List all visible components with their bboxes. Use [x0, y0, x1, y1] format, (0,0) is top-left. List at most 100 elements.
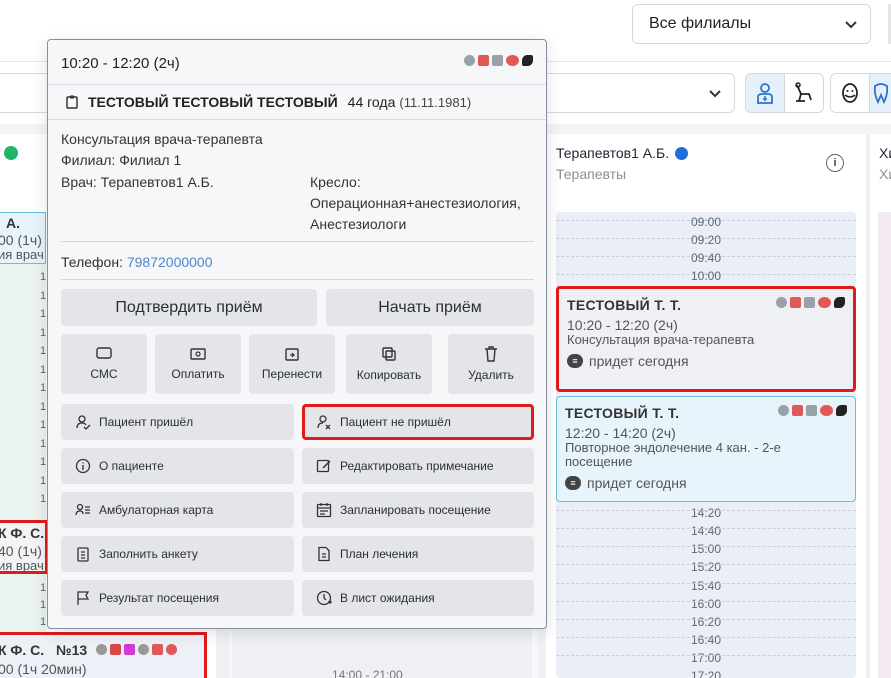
- branch-select[interactable]: Все филиалы: [632, 4, 871, 44]
- chevron-down-icon: [709, 90, 721, 98]
- start-appointment-button[interactable]: Начать приём: [326, 289, 534, 326]
- note-icon: ≡: [565, 476, 581, 490]
- popup-service: Консультация врача-терапевта: [61, 131, 263, 147]
- specialist-view-button[interactable]: [830, 73, 870, 113]
- appointment-time: 12:20 - 14:20 (2ч): [565, 425, 676, 441]
- left-appt-number: №13: [56, 642, 88, 658]
- appointment-card[interactable]: ТЕСТОВЫЙ Т. Т. 10:20 - 12:20 (2ч) Консул…: [556, 286, 856, 392]
- appointment-service: Повторное эндолечение 4 кан. - 2-е посещ…: [565, 440, 781, 469]
- time-slot-label[interactable]: 16:00: [556, 597, 856, 611]
- tooth-view-button[interactable]: [869, 73, 891, 113]
- plan-visit-button[interactable]: Запланировать посещение: [302, 492, 534, 528]
- edit-note-button[interactable]: Редактировать примечание: [302, 448, 534, 484]
- info-icon: [75, 458, 91, 474]
- copy-button[interactable]: Копировать: [346, 334, 432, 394]
- left-appointment-card[interactable]: К Ф. С. №13 00 (1ч 20мин): [0, 632, 207, 678]
- time-slot-label[interactable]: 16:20: [556, 615, 856, 629]
- left-time-ticks: 111: [40, 582, 47, 628]
- appointment-popup: 10:20 - 12:20 (2ч) ТЕСТОВЫЙ ТЕСТОВЫЙ ТЕС…: [47, 39, 547, 629]
- time-slot-label[interactable]: 17:00: [556, 651, 856, 665]
- divider: [61, 279, 534, 280]
- calendar-icon: [152, 644, 163, 655]
- popup-chair-label: Кресло:: [310, 174, 361, 190]
- appointment-card[interactable]: ТЕСТОВЫЙ Т. Т. 12:20 - 14:20 (2ч) Повтор…: [556, 396, 856, 502]
- chat-icon: [464, 55, 475, 66]
- chat-icon: [138, 644, 149, 655]
- time-slot-label[interactable]: 15:40: [556, 579, 856, 593]
- time-slot-label[interactable]: 10:00: [556, 269, 856, 283]
- face-mask-icon: [842, 83, 858, 103]
- confirm-appointment-button[interactable]: Подтвердить приём: [61, 289, 317, 326]
- star-icon: [124, 644, 135, 655]
- waitlist-button[interactable]: В лист ожидания: [302, 580, 534, 616]
- branch-select-value: Все филиалы: [649, 15, 752, 32]
- slot-divider: [556, 546, 856, 547]
- popup-phone-link[interactable]: 79872000000: [127, 254, 213, 270]
- chat-icon: [776, 297, 787, 308]
- user-x-icon: [317, 415, 331, 430]
- appointment-icons: [776, 297, 845, 308]
- doctor-name: Терапевтов1 А.Б.: [556, 145, 670, 161]
- copy-button-label: Копировать: [356, 368, 422, 382]
- appointment-icons: [778, 405, 847, 416]
- left-appt-time: 00 (1ч 20мин): [0, 661, 87, 677]
- patient-no-show-button[interactable]: Пациент не пришёл: [302, 404, 534, 440]
- calendar-icon: [790, 297, 801, 308]
- time-slot-label[interactable]: 09:40: [556, 251, 856, 265]
- phone-icon: [834, 297, 845, 308]
- document-icon: [318, 546, 330, 562]
- appointment-status-text: придет сегодня: [587, 475, 687, 491]
- doctor-view-button[interactable]: [745, 73, 785, 113]
- time-slot-label[interactable]: 17:20: [556, 669, 856, 678]
- doctor-column-header[interactable]: Терапевтов1 А.Б.: [556, 145, 689, 161]
- time-slot-label[interactable]: 09:00: [556, 215, 856, 229]
- patient-arrived-button[interactable]: Пациент пришёл: [61, 404, 294, 440]
- patient-info-button[interactable]: О пациенте: [61, 448, 294, 484]
- fill-form-button[interactable]: Заполнить анкету: [61, 536, 294, 572]
- popup-branch: Филиал: Филиал 1: [61, 152, 182, 168]
- slot-divider: [556, 601, 856, 602]
- pay-button[interactable]: Оплатить: [155, 334, 241, 394]
- left-appt-time: 00 (1ч): [0, 232, 42, 248]
- appointment-status: ≡ придет сегодня: [565, 475, 847, 491]
- time-slot-label[interactable]: 16:40: [556, 633, 856, 647]
- popup-icons: [464, 55, 533, 66]
- doctor-icon: [757, 83, 773, 104]
- time-slot-label[interactable]: 14:20: [556, 506, 856, 520]
- reschedule-button-label: Перенести: [261, 367, 323, 381]
- sms-button[interactable]: СМС: [61, 334, 147, 394]
- payment-icon: [190, 348, 206, 360]
- popup-patient-header[interactable]: ТЕСТОВЫЙ ТЕСТОВЫЙ ТЕСТОВЫЙ 44 года (11.1…: [48, 84, 546, 120]
- message-icon: [506, 55, 519, 66]
- appointment-time: 10:20 - 12:20 (2ч): [567, 317, 678, 333]
- calendar-icon: [792, 405, 803, 416]
- visit-result-button[interactable]: Результат посещения: [61, 580, 294, 616]
- left-appt-icons: [96, 644, 177, 655]
- left-appointment-card[interactable]: К Ф. С. 40 (1ч) ия врач: [0, 520, 48, 574]
- phone-icon: [522, 55, 533, 66]
- treatment-plan-button[interactable]: План лечения: [302, 536, 534, 572]
- calendar-icon: [316, 503, 332, 518]
- chair-view-button[interactable]: [784, 73, 824, 113]
- note-icon: ≡: [567, 354, 583, 368]
- medical-record-button[interactable]: Амбулаторная карта: [61, 492, 294, 528]
- visit-result-label: Результат посещения: [99, 591, 219, 605]
- plan-visit-label: Запланировать посещение: [340, 503, 491, 517]
- gear-icon: [96, 644, 107, 655]
- time-slot-label[interactable]: 15:20: [556, 560, 856, 574]
- time-slot-label[interactable]: 15:00: [556, 542, 856, 556]
- treatment-plan-label: План лечения: [340, 547, 419, 561]
- delete-button[interactable]: Удалить: [448, 334, 534, 394]
- list-icon: [492, 55, 503, 66]
- reschedule-button[interactable]: Перенести: [249, 334, 335, 394]
- time-slot-label[interactable]: 14:40: [556, 524, 856, 538]
- slot-divider: [556, 583, 856, 584]
- popup-time: 10:20 - 12:20 (2ч): [61, 55, 180, 72]
- left-appointment-card[interactable]: А. 00 (1ч) ия врач: [0, 212, 46, 264]
- doctor-status-dot: [675, 146, 689, 160]
- phone-icon: [166, 644, 177, 655]
- time-slot-label[interactable]: 09:20: [556, 233, 856, 247]
- next-doctor-name: Хи: [879, 145, 891, 161]
- info-icon[interactable]: i: [826, 154, 844, 172]
- patient-info-label: О пациенте: [99, 459, 164, 473]
